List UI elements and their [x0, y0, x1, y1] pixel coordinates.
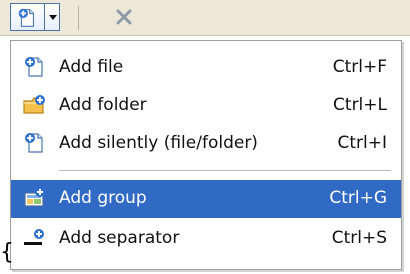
add-file-icon	[18, 8, 35, 27]
file-add-icon	[25, 57, 43, 77]
shortcut-label: Ctrl+F	[332, 57, 387, 77]
menu-item-add-group[interactable]: Add group Ctrl+G	[11, 180, 401, 218]
menu-item-label: Add silently (file/folder)	[59, 133, 258, 153]
toolbar	[0, 0, 410, 36]
add-button[interactable]	[10, 3, 44, 31]
shortcut-label: Ctrl+S	[331, 228, 387, 248]
folder-add-icon	[23, 95, 45, 114]
menu-item-add-separator[interactable]: Add separator Ctrl+S	[11, 220, 401, 258]
shortcut-label: Ctrl+G	[329, 188, 387, 208]
chevron-down-icon	[49, 15, 57, 20]
menu-item-label: Add file	[59, 57, 124, 77]
group-add-icon	[24, 187, 45, 207]
menu-item-label: Add group	[59, 188, 147, 208]
separator-add-icon	[24, 229, 44, 245]
app-window: Add file Ctrl+F Add folder Ctrl+L Add si…	[0, 0, 410, 274]
menu-item-label: Add separator	[59, 228, 180, 248]
menu-item-add-silently[interactable]: Add silently (file/folder) Ctrl+I	[11, 125, 401, 163]
menu-item-label: Add folder	[59, 95, 147, 115]
shortcut-label: Ctrl+I	[337, 133, 387, 153]
menu-item-add-file[interactable]: Add file Ctrl+F	[11, 49, 401, 87]
add-dropdown-button[interactable]	[44, 3, 60, 31]
add-menu: Add file Ctrl+F Add folder Ctrl+L Add si…	[10, 40, 402, 270]
shortcut-label: Ctrl+L	[333, 95, 387, 115]
close-icon[interactable]	[114, 7, 134, 27]
menu-divider	[59, 170, 391, 171]
brace-fragment: {	[0, 240, 14, 265]
silent-add-icon	[25, 133, 43, 153]
toolbar-divider	[78, 6, 79, 30]
menu-item-add-folder[interactable]: Add folder Ctrl+L	[11, 87, 401, 125]
